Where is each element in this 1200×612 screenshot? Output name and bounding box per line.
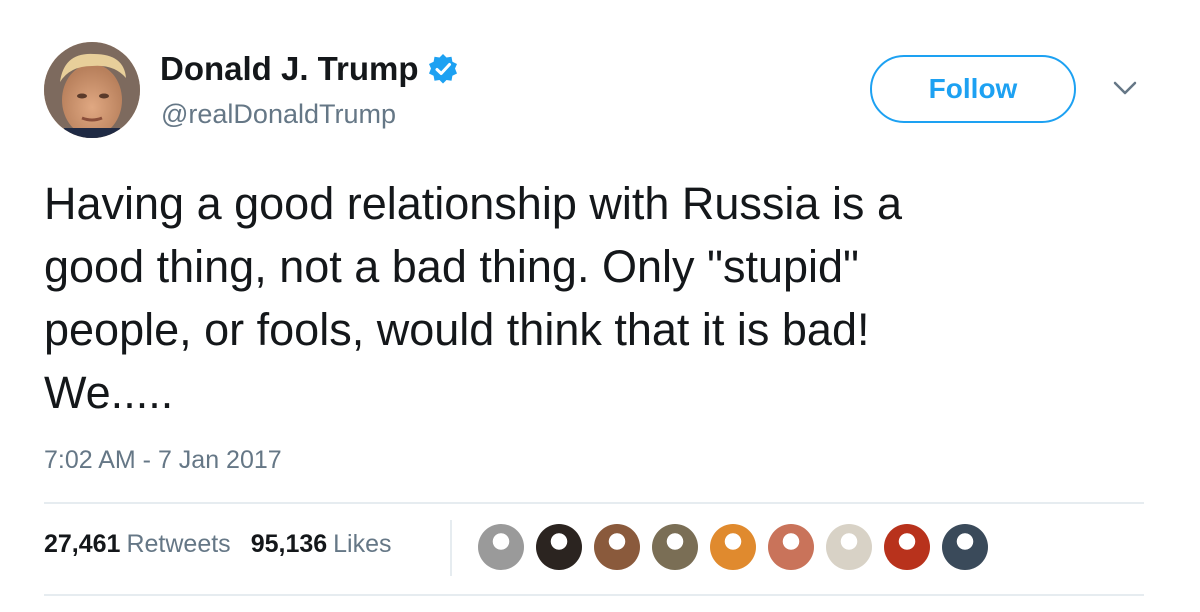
liker-avatar[interactable] bbox=[942, 524, 988, 570]
liker-avatar[interactable] bbox=[478, 524, 524, 570]
tweet-text-line: Having a good relationship with Russia i… bbox=[44, 178, 902, 229]
tweet-text-line: We..... bbox=[44, 367, 174, 418]
stats-separator bbox=[450, 520, 452, 576]
likes-label: Likes bbox=[333, 530, 392, 558]
tweet-text-line: people, or fools, would think that it is… bbox=[44, 304, 870, 355]
liker-avatar[interactable] bbox=[884, 524, 930, 570]
retweets-label: Retweets bbox=[126, 530, 231, 558]
retweets-count: 27,461 bbox=[44, 530, 121, 558]
author-avatar[interactable] bbox=[44, 42, 140, 138]
chevron-down-icon[interactable] bbox=[1112, 78, 1138, 98]
tweet-text-line: good thing, not a bad thing. Only "stupi… bbox=[44, 241, 860, 292]
liker-avatar[interactable] bbox=[594, 524, 640, 570]
liker-avatar[interactable] bbox=[768, 524, 814, 570]
liker-avatar[interactable] bbox=[826, 524, 872, 570]
tweet-card: Donald J. Trump @realDonaldTrump Follow … bbox=[0, 0, 1200, 612]
liker-avatars bbox=[478, 524, 1000, 570]
author-display-name[interactable]: Donald J. Trump bbox=[160, 50, 459, 88]
divider bbox=[44, 502, 1144, 504]
follow-button[interactable]: Follow bbox=[870, 55, 1076, 123]
retweets-stat[interactable]: 27,461 Retweets bbox=[44, 530, 231, 559]
liker-avatar[interactable] bbox=[710, 524, 756, 570]
likes-count: 95,136 bbox=[250, 530, 328, 558]
author-name-text[interactable]: Donald J. Trump bbox=[160, 50, 419, 88]
author-handle[interactable]: @realDonaldTrump bbox=[161, 99, 396, 130]
tweet-text: Having a good relationship with Russia i… bbox=[44, 172, 1164, 424]
likes-stat[interactable]: 95,136 Likes bbox=[251, 530, 392, 559]
liker-avatar[interactable] bbox=[652, 524, 698, 570]
tweet-timestamp[interactable]: 7:02 AM - 7 Jan 2017 bbox=[44, 446, 282, 475]
liker-avatar[interactable] bbox=[536, 524, 582, 570]
divider bbox=[44, 594, 1144, 596]
verified-badge-icon bbox=[427, 53, 459, 85]
tweet-stats: 27,461 Retweets 95,136 Likes bbox=[44, 530, 412, 559]
